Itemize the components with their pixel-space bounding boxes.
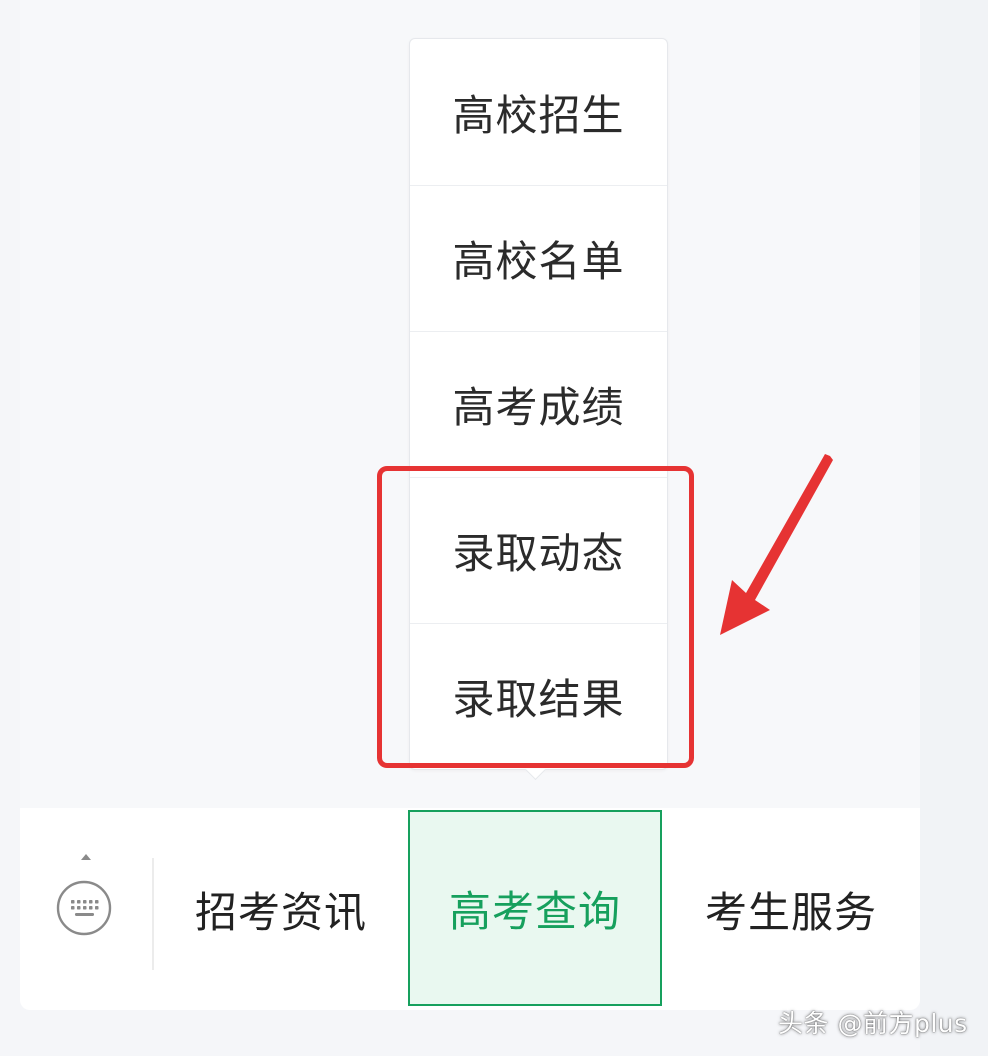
right-gutter xyxy=(920,0,988,1056)
menu-tab-label: 招考资讯 xyxy=(194,887,367,937)
watermark: 头条 @前方plus xyxy=(778,1009,968,1038)
submenu-item-exam-scores[interactable]: 高考成绩 xyxy=(410,331,667,477)
expand-up-icon xyxy=(81,854,91,860)
menu-tab-exam-query[interactable]: 高考查询 xyxy=(408,810,662,1006)
submenu-item-label: 高校招生 xyxy=(452,90,625,140)
submenu-item-label: 高校名单 xyxy=(452,237,625,286)
submenu-item-college-list[interactable]: 高校名单 xyxy=(410,185,667,331)
menu-tab-exam-news[interactable]: 招考资讯 xyxy=(154,808,408,1010)
keyboard-icon xyxy=(56,880,112,936)
keyboard-toggle[interactable] xyxy=(20,808,153,1010)
submenu-item-admission-updates[interactable]: 录取动态 xyxy=(410,477,667,623)
submenu-item-label: 录取动态 xyxy=(452,529,625,578)
submenu-item-college-admissions[interactable]: 高校招生 xyxy=(410,39,667,185)
menu-tab-student-services[interactable]: 考生服务 xyxy=(662,808,920,1010)
menu-tab-label: 高考查询 xyxy=(448,886,621,936)
bottom-menu-bar: 招考资讯 高考查询 考生服务 xyxy=(20,808,920,1010)
submenu-item-admission-results[interactable]: 录取结果 xyxy=(410,623,667,769)
wechat-chat-screen: 高校招生 高校名单 高考成绩 录取动态 录取结果 招考资讯 高考查询 考生服务 … xyxy=(0,0,988,1056)
submenu-item-label: 高考成绩 xyxy=(452,383,625,432)
submenu-item-label: 录取结果 xyxy=(452,675,625,724)
menu-tab-label: 考生服务 xyxy=(704,887,877,937)
submenu-popup: 高校招生 高校名单 高考成绩 录取动态 录取结果 xyxy=(409,38,668,770)
